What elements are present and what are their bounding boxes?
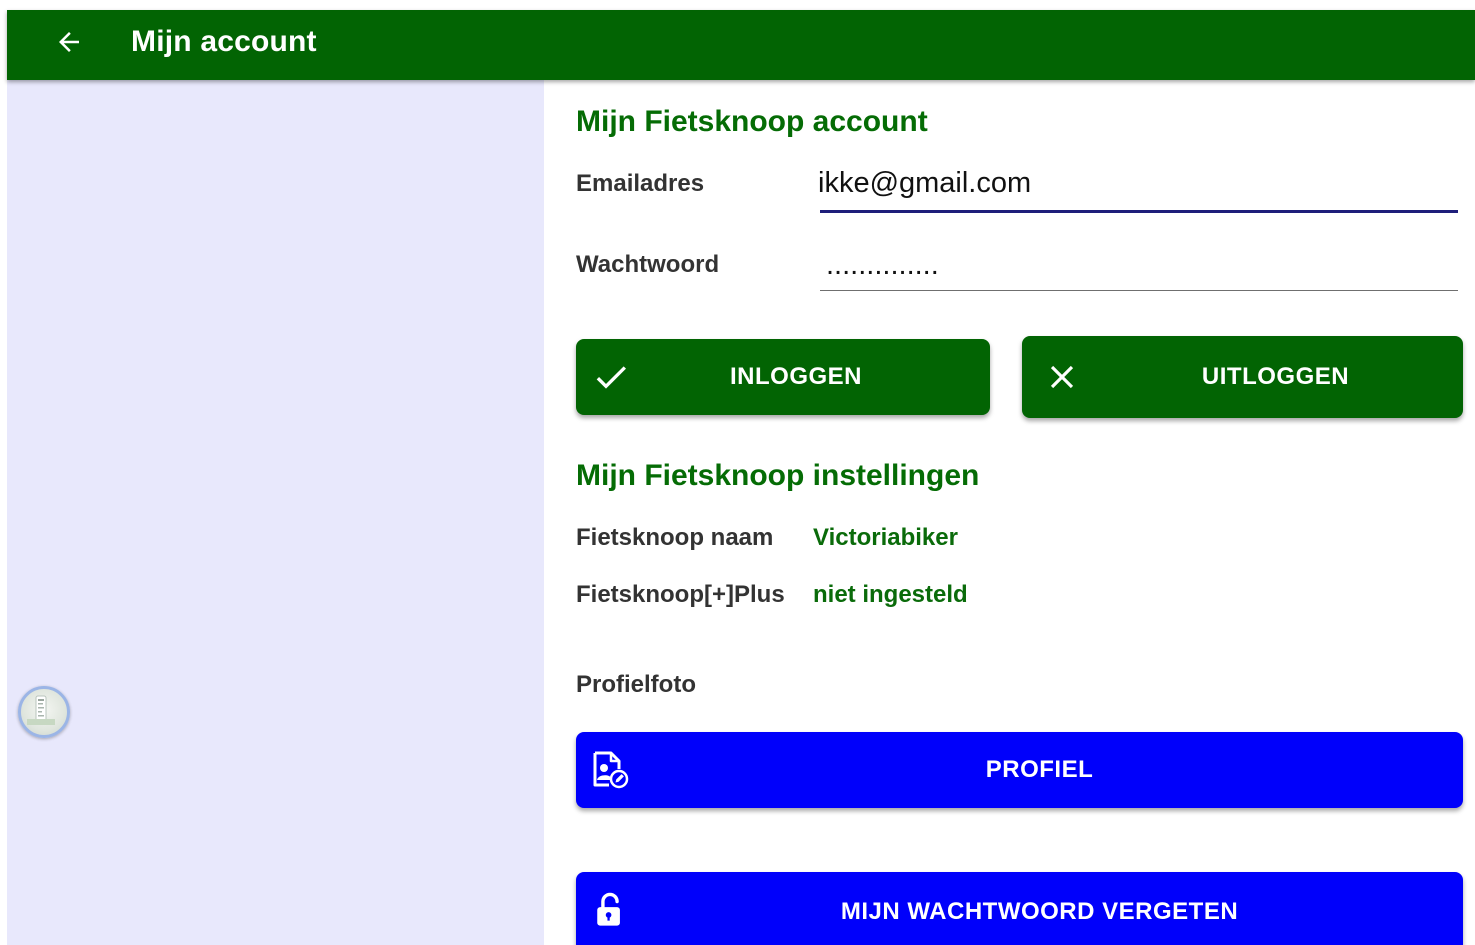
app-screen: Mijn account Mijn Fietsknoop account Ema…: [0, 0, 1475, 945]
logout-button-label: UITLOGGEN: [1201, 363, 1350, 390]
profile-photo-label: Profielfoto: [576, 671, 696, 698]
fietsknoop-plus-label: Fietsknoop[+]Plus: [576, 581, 785, 608]
profile-button[interactable]: PROFIEL: [576, 732, 1463, 808]
page-title: Mijn account: [131, 25, 317, 58]
password-label: Wachtwoord: [576, 251, 720, 278]
fietsknoop-name-value: Victoriabiker: [813, 524, 958, 551]
forgot-password-button[interactable]: MIJN WACHTWOORD VERGETEN: [576, 872, 1463, 945]
settings-section-title: Mijn Fietsknoop instellingen: [576, 459, 980, 492]
fietsknoop-plus-value: niet ingesteld: [813, 581, 968, 608]
back-button[interactable]: [47, 20, 91, 64]
logout-button[interactable]: UITLOGGEN: [1022, 336, 1463, 418]
password-field[interactable]: [826, 246, 1446, 284]
password-underline: [820, 290, 1458, 291]
email-label: Emailadres: [576, 170, 705, 197]
forgot-password-button-label: MIJN WACHTWOORD VERGETEN: [840, 898, 1239, 925]
profile-button-label: PROFIEL: [985, 756, 1094, 783]
check-icon: [590, 357, 632, 397]
app-bar: Mijn account: [7, 10, 1475, 80]
left-pane: [7, 80, 544, 945]
account-panel: Mijn Fietsknoop account Emailadres Wacht…: [544, 80, 1475, 945]
email-underline: [820, 210, 1458, 213]
arrow-left-icon: [59, 32, 79, 52]
account-section-title: Mijn Fietsknoop account: [576, 105, 928, 138]
email-field[interactable]: [818, 164, 1448, 202]
floating-avatar-icon[interactable]: [18, 686, 70, 738]
login-button-label: INLOGGEN: [729, 363, 862, 390]
close-icon: [1042, 357, 1082, 397]
floating-avatar-image: [27, 695, 55, 725]
fietsknoop-name-label: Fietsknoop naam: [576, 524, 774, 551]
login-button[interactable]: INLOGGEN: [576, 339, 990, 415]
